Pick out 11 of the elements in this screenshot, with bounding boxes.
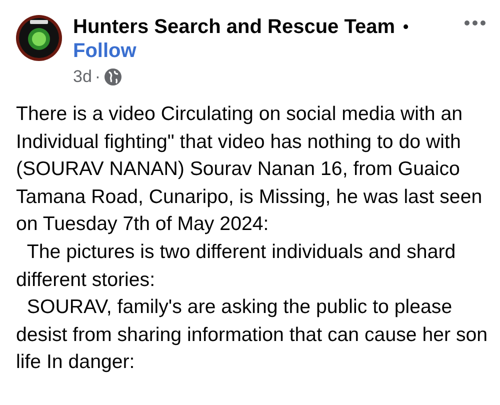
follow-link[interactable]: Follow bbox=[73, 40, 136, 63]
separator-dot: • bbox=[402, 18, 409, 36]
more-options-icon[interactable] bbox=[464, 20, 486, 26]
post-paragraph: The pictures is two different individuals and shard different stories: bbox=[16, 240, 457, 293]
time-separator: · bbox=[94, 67, 101, 87]
globe-icon bbox=[104, 68, 122, 86]
author-name[interactable]: Hunters Search and Rescue Team bbox=[73, 16, 395, 39]
page-logo[interactable] bbox=[16, 14, 62, 62]
post-paragraph: SOURAV, family's are asking the public to please desist from sharing information that can cause her son life In danger: bbox=[16, 295, 489, 376]
post-paragraph: There is a video Circulating on social media with an Individual fighting" that video has nothing to do with (SOURAV NANAN) Sourav Nanan 16, from Guaico Tamana Road, Cunaripo, is Missing, he was last seen on Tuesday 7th of May 2024: bbox=[16, 102, 484, 238]
post-time: 3d bbox=[73, 67, 92, 87]
